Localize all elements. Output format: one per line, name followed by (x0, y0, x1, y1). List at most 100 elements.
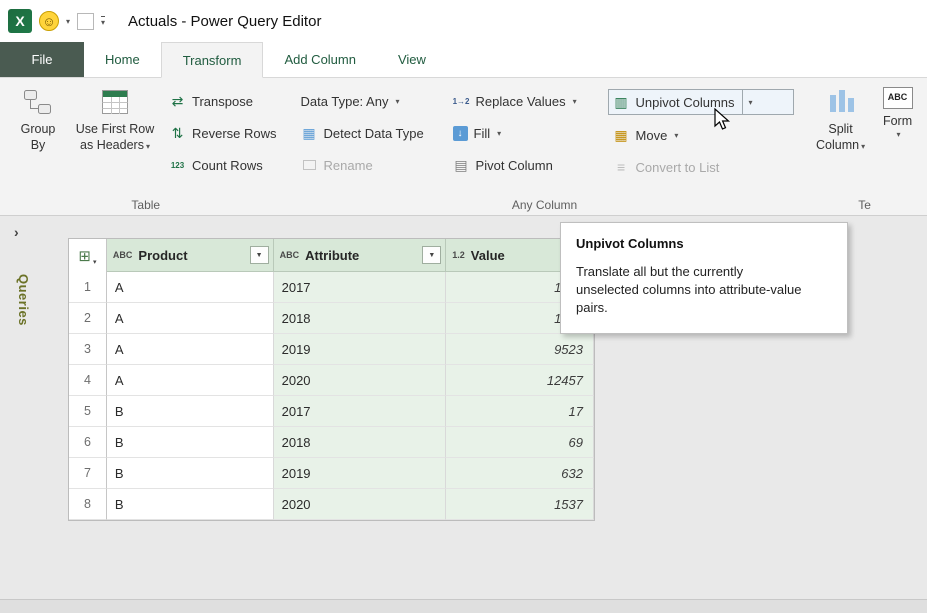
group-by-button[interactable]: Group By (10, 82, 66, 153)
table-row: 8 B 2020 1537 (69, 489, 594, 520)
cell-product[interactable]: B (107, 427, 274, 458)
ribbon-group-text-column: Split Column▾ Form ▾ Te (802, 80, 927, 215)
unpivot-columns-dropdown[interactable]: ▾ (743, 90, 759, 114)
convert-to-list-button: Convert to List (608, 155, 794, 179)
tab-transform[interactable]: Transform (161, 42, 264, 78)
detect-data-type-label: Detect Data Type (324, 126, 424, 141)
queries-pane-label[interactable]: Queries (16, 274, 31, 326)
cell-product[interactable]: A (107, 272, 274, 303)
row-number[interactable]: 5 (69, 396, 107, 427)
cell-attribute[interactable]: 2020 (274, 365, 447, 396)
caret-down-icon: ▾ (146, 142, 150, 151)
column-header-product[interactable]: ABC Product ▼ (107, 239, 274, 272)
pivot-column-icon (453, 157, 470, 174)
tab-home[interactable]: Home (84, 42, 161, 77)
table-row: 6 B 2018 69 (69, 427, 594, 458)
cell-value[interactable]: 12457 (446, 365, 594, 396)
count-rows-button[interactable]: Count Rows (164, 153, 282, 177)
feedback-smiley-icon[interactable] (39, 11, 59, 31)
cell-product[interactable]: A (107, 365, 274, 396)
caret-down-icon: ▾ (885, 130, 912, 140)
pivot-column-button[interactable]: Pivot Column (448, 153, 608, 177)
table-menu-icon: ⊞ (78, 247, 91, 265)
table-row: 2 A 2018 1542 (69, 303, 594, 334)
cell-attribute[interactable]: 2018 (274, 427, 447, 458)
tab-add-column[interactable]: Add Column (263, 42, 377, 77)
cell-value[interactable]: 17 (446, 396, 594, 427)
transpose-label: Transpose (192, 94, 253, 109)
cell-product[interactable]: B (107, 396, 274, 427)
cell-value[interactable]: 1537 (446, 489, 594, 520)
filter-dropdown-button[interactable]: ▼ (422, 246, 441, 264)
tab-file[interactable]: File (0, 42, 84, 77)
cell-product[interactable]: B (107, 489, 274, 520)
data-type-label: Data Type: Any (301, 94, 389, 109)
power-query-editor-window: ▾ ▾ Actuals - Power Query Editor File Ho… (0, 0, 927, 613)
caret-down-icon: ▾ (93, 258, 97, 266)
column-header-attribute[interactable]: ABC Attribute ▼ (274, 239, 447, 272)
row-number[interactable]: 7 (69, 458, 107, 489)
caret-down-icon[interactable]: ▾ (66, 17, 70, 26)
reverse-rows-icon (169, 125, 186, 142)
titlebar: ▾ ▾ Actuals - Power Query Editor (0, 0, 927, 42)
format-button[interactable]: Form ▾ (874, 82, 922, 140)
row-number[interactable]: 3 (69, 334, 107, 365)
column-type-icon: 1.2 (452, 250, 465, 260)
unpivot-columns-button[interactable]: Unpivot Columns ▾ (608, 89, 794, 115)
cell-attribute[interactable]: 2019 (274, 458, 447, 489)
row-number[interactable]: 4 (69, 365, 107, 396)
rename-icon (301, 157, 318, 174)
replace-values-icon (453, 93, 470, 110)
use-first-row-button[interactable]: Use First Row as Headers▾ (66, 82, 164, 153)
row-number[interactable]: 8 (69, 489, 107, 520)
tooltip-body: Translate all but the currently unselect… (576, 263, 808, 318)
customize-toolbar-icon[interactable]: ▾ (101, 16, 105, 27)
reverse-rows-label: Reverse Rows (192, 126, 277, 141)
convert-to-list-label: Convert to List (636, 160, 720, 175)
cell-attribute[interactable]: 2018 (274, 303, 447, 334)
rename-label: Rename (324, 158, 373, 173)
row-number[interactable]: 2 (69, 303, 107, 334)
expand-queries-chevron-icon[interactable]: › (14, 224, 19, 240)
filter-dropdown-button[interactable]: ▼ (250, 246, 269, 264)
data-type-button[interactable]: Data Type: Any ▾ (296, 89, 448, 113)
tab-view[interactable]: View (377, 42, 447, 77)
cell-value[interactable]: 9523 (446, 334, 594, 365)
detect-data-type-icon (301, 125, 318, 142)
cell-attribute[interactable]: 2017 (274, 396, 447, 427)
format-abc-icon (883, 87, 913, 109)
table-group-stack: Transpose Reverse Rows Count Rows (164, 82, 282, 177)
caret-down-icon: ▾ (861, 142, 865, 151)
row-number[interactable]: 1 (69, 272, 107, 303)
tooltip-title: Unpivot Columns (576, 236, 832, 251)
cell-attribute[interactable]: 2020 (274, 489, 447, 520)
fill-button[interactable]: Fill ▾ (448, 121, 608, 145)
count-rows-label: Count Rows (192, 158, 263, 173)
replace-values-button[interactable]: Replace Values ▾ (448, 89, 608, 113)
table-row: 5 B 2017 17 (69, 396, 594, 427)
cell-product[interactable]: B (107, 458, 274, 489)
split-column-button[interactable]: Split Column▾ (808, 82, 874, 153)
cell-product[interactable]: A (107, 303, 274, 334)
detect-data-type-button[interactable]: Detect Data Type (296, 121, 448, 145)
table-menu-button[interactable]: ⊞ ▾ (69, 239, 107, 272)
table-row: 3 A 2019 9523 (69, 334, 594, 365)
cell-attribute[interactable]: 2017 (274, 272, 447, 303)
grid-header-row: ⊞ ▾ ABC Product ▼ ABC Attribute ▼ 1.2 Va… (69, 239, 594, 272)
transpose-button[interactable]: Transpose (164, 89, 282, 113)
cell-attribute[interactable]: 2019 (274, 334, 447, 365)
cell-value[interactable]: 632 (446, 458, 594, 489)
ribbon-group-table: Group By Use First Row as Headers▾ (4, 80, 288, 215)
quick-access-button[interactable] (77, 13, 94, 30)
cell-product[interactable]: A (107, 334, 274, 365)
move-button[interactable]: Move ▾ (608, 123, 794, 147)
row-number[interactable]: 6 (69, 427, 107, 458)
ribbon-group-any-column: Data Type: Any ▾ Detect Data Type Rename… (290, 80, 800, 215)
move-label: Move (636, 128, 668, 143)
any-column-stack-3: Unpivot Columns ▾ Move ▾ Convert to List (608, 82, 794, 179)
caret-down-icon: ▾ (573, 97, 577, 106)
reverse-rows-button[interactable]: Reverse Rows (164, 121, 282, 145)
cell-value[interactable]: 69 (446, 427, 594, 458)
window-title: Actuals - Power Query Editor (128, 13, 321, 30)
ribbon: Group By Use First Row as Headers▾ (0, 78, 927, 216)
